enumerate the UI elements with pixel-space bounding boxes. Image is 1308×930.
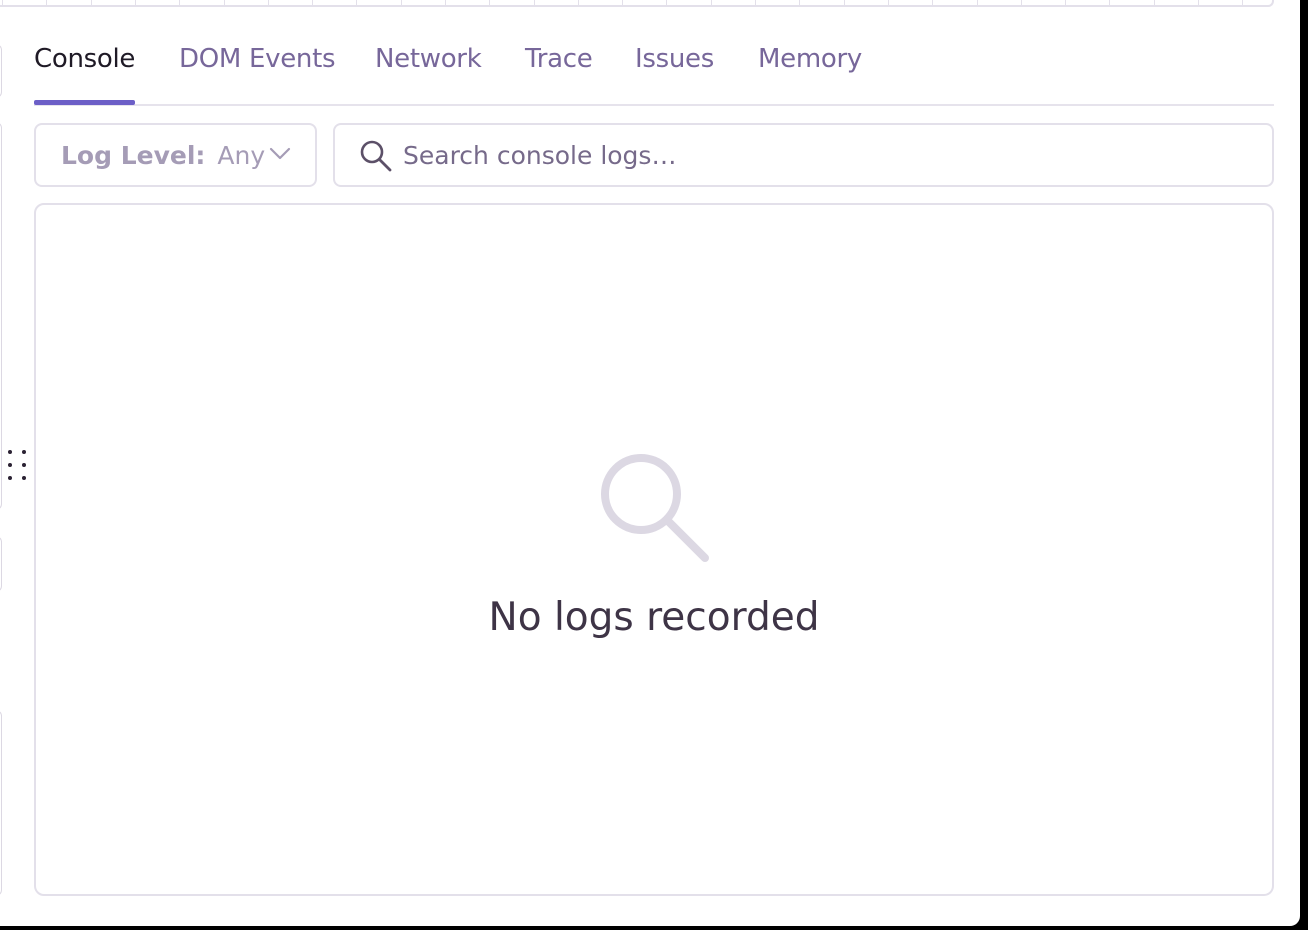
ruler-tick	[799, 0, 800, 6]
search-console-box	[333, 123, 1274, 187]
resize-drag-handle[interactable]	[8, 450, 30, 486]
tab-issues[interactable]: Issues	[635, 36, 714, 104]
ruler-tick	[135, 0, 136, 6]
ruler-tick	[268, 0, 269, 6]
tab-dom-events[interactable]: DOM Events	[179, 36, 336, 104]
left-panel-edge	[0, 122, 2, 510]
details-tab-bar: Console DOM Events Network Trace Issues …	[34, 36, 1274, 106]
log-level-label: Log Level:	[61, 140, 206, 170]
tab-trace[interactable]: Trace	[525, 36, 593, 104]
tab-console[interactable]: Console	[34, 36, 135, 105]
ruler-tick	[312, 0, 313, 6]
search-icon	[601, 454, 709, 562]
ruler-tick	[1242, 0, 1243, 6]
ruler-tick	[1198, 0, 1199, 6]
ruler-tick	[755, 0, 756, 6]
timeline-ruler	[0, 0, 1274, 7]
ruler-tick	[179, 0, 180, 6]
ruler-tick	[888, 0, 889, 6]
chevron-down-icon	[269, 147, 291, 160]
ruler-tick	[489, 0, 490, 6]
log-level-value: Any	[217, 140, 266, 170]
ruler-tick	[844, 0, 845, 6]
ruler-tick	[711, 0, 712, 6]
left-panel-edge	[0, 710, 2, 896]
left-panel-edge	[0, 536, 2, 592]
ruler-tick	[91, 0, 92, 6]
ruler-tick	[46, 0, 47, 6]
ruler-tick	[224, 0, 225, 6]
ruler-tick	[932, 0, 933, 6]
log-level-dropdown[interactable]: Log Level: Any	[34, 123, 317, 187]
replay-details-panel: Console DOM Events Network Trace Issues …	[0, 0, 1300, 926]
ruler-tick	[1154, 0, 1155, 6]
ruler-tick	[1021, 0, 1022, 6]
ruler-tick	[445, 0, 446, 6]
ruler-tick	[666, 0, 667, 6]
ruler-tick	[401, 0, 402, 6]
empty-state-message: No logs recorded	[488, 595, 820, 640]
ruler-tick	[1065, 0, 1066, 6]
ruler-tick	[2, 0, 3, 6]
console-log-list: No logs recorded	[34, 203, 1274, 896]
search-input[interactable]	[403, 135, 1253, 175]
ruler-tick	[622, 0, 623, 6]
ruler-tick	[1109, 0, 1110, 6]
tab-memory[interactable]: Memory	[758, 36, 862, 104]
ruler-tick	[977, 0, 978, 6]
tab-network[interactable]: Network	[375, 36, 482, 104]
search-icon	[360, 140, 392, 172]
left-panel-edge	[0, 44, 2, 98]
ruler-tick	[578, 0, 579, 6]
ruler-tick	[534, 0, 535, 6]
ruler-tick	[356, 0, 357, 6]
